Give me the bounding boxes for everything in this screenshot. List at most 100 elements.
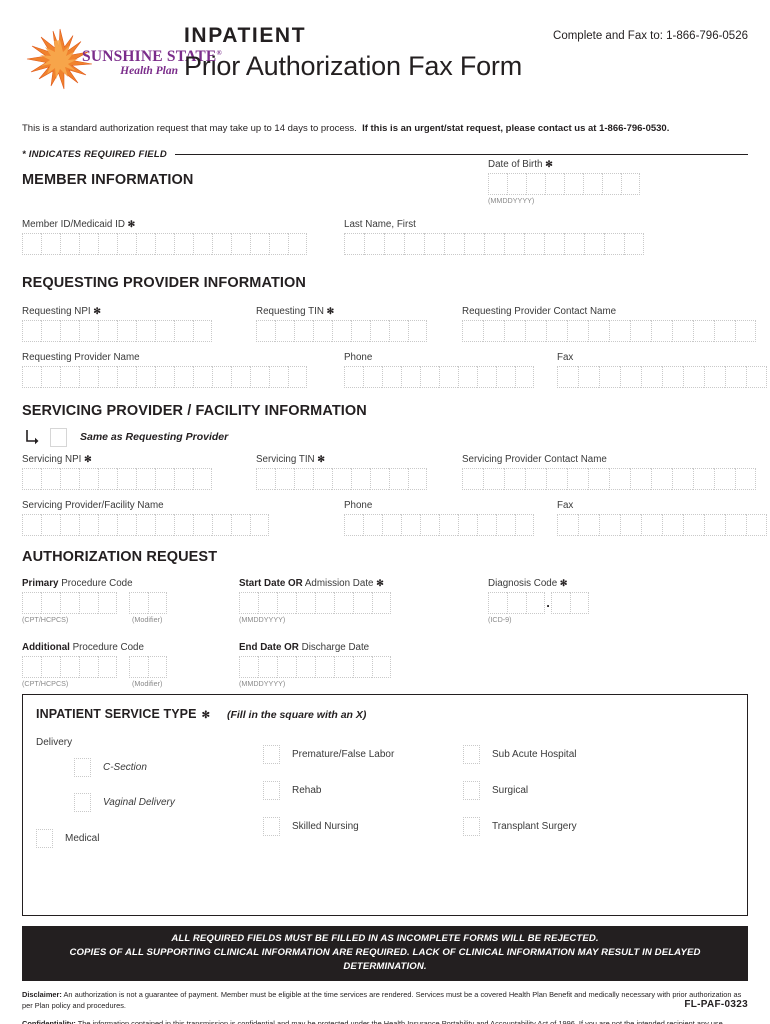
comb-cell[interactable] xyxy=(269,233,288,256)
comb-cell[interactable] xyxy=(294,468,313,491)
comb-cell[interactable] xyxy=(117,468,136,491)
servicing-contact-input[interactable] xyxy=(462,468,756,491)
premature-false-labor-checkbox[interactable] xyxy=(263,744,280,764)
comb-cell[interactable] xyxy=(372,656,391,679)
sub-acute-hospital-checkbox[interactable] xyxy=(463,744,480,764)
comb-cell[interactable] xyxy=(578,366,599,389)
comb-cell[interactable] xyxy=(250,233,269,256)
vaginal-delivery-checkbox[interactable] xyxy=(74,792,91,812)
comb-cell[interactable] xyxy=(599,514,620,537)
comb-cell[interactable] xyxy=(353,656,372,679)
comb-cell[interactable] xyxy=(41,514,60,537)
comb-cell[interactable] xyxy=(60,366,79,389)
comb-cell[interactable] xyxy=(672,468,693,491)
comb-cell[interactable] xyxy=(483,320,504,343)
comb-cell[interactable] xyxy=(583,173,602,196)
comb-cell[interactable] xyxy=(22,233,41,256)
comb-cell[interactable] xyxy=(155,320,174,343)
c-section-checkbox[interactable] xyxy=(74,757,91,777)
comb-cell[interactable] xyxy=(567,468,588,491)
comb-cell[interactable] xyxy=(372,592,391,615)
comb-cell[interactable] xyxy=(693,468,714,491)
additional-procedure-code-input[interactable] xyxy=(22,656,117,679)
comb-cell[interactable] xyxy=(288,233,307,256)
comb-cell[interactable] xyxy=(98,366,117,389)
comb-cell[interactable] xyxy=(408,468,427,491)
comb-cell[interactable] xyxy=(504,320,525,343)
servicing-phone-input[interactable] xyxy=(344,514,534,537)
comb-cell[interactable] xyxy=(424,233,444,256)
comb-cell[interactable] xyxy=(231,366,250,389)
comb-cell[interactable] xyxy=(704,366,725,389)
comb-cell[interactable] xyxy=(275,468,294,491)
comb-cell[interactable] xyxy=(496,514,515,537)
comb-cell[interactable] xyxy=(693,320,714,343)
comb-cell[interactable] xyxy=(602,173,621,196)
comb-cell[interactable] xyxy=(630,320,651,343)
comb-cell[interactable] xyxy=(477,514,496,537)
comb-cell[interactable] xyxy=(725,514,746,537)
servicing-tin-input[interactable] xyxy=(256,468,427,491)
comb-cell[interactable] xyxy=(364,233,384,256)
comb-cell[interactable] xyxy=(231,514,250,537)
comb-cell[interactable] xyxy=(174,366,193,389)
comb-cell[interactable] xyxy=(504,468,525,491)
comb-cell[interactable] xyxy=(662,514,683,537)
comb-cell[interactable] xyxy=(22,592,41,615)
comb-cell[interactable] xyxy=(155,514,174,537)
comb-cell[interactable] xyxy=(193,468,212,491)
comb-cell[interactable] xyxy=(507,173,526,196)
requesting-fax-input[interactable] xyxy=(557,366,767,389)
comb-cell[interactable] xyxy=(567,320,588,343)
start-date-input[interactable] xyxy=(239,592,391,615)
comb-cell[interactable] xyxy=(79,514,98,537)
comb-cell[interactable] xyxy=(98,592,117,615)
requesting-tin-input[interactable] xyxy=(256,320,427,343)
comb-cell[interactable] xyxy=(735,468,756,491)
comb-cell[interactable] xyxy=(551,592,570,615)
comb-cell[interactable] xyxy=(484,233,504,256)
comb-cell[interactable] xyxy=(526,173,545,196)
comb-cell[interactable] xyxy=(22,366,41,389)
comb-cell[interactable] xyxy=(98,233,117,256)
service-type-option[interactable]: Rehab xyxy=(263,772,394,808)
comb-cell[interactable] xyxy=(136,233,155,256)
comb-cell[interactable] xyxy=(136,320,155,343)
comb-cell[interactable] xyxy=(239,656,258,679)
comb-cell[interactable] xyxy=(193,366,212,389)
comb-cell[interactable] xyxy=(401,366,420,389)
service-type-option[interactable]: Premature/False Labor xyxy=(263,736,394,772)
comb-cell[interactable] xyxy=(609,320,630,343)
comb-cell[interactable] xyxy=(129,592,148,615)
comb-cell[interactable] xyxy=(604,233,624,256)
comb-cell[interactable] xyxy=(588,468,609,491)
service-type-option[interactable]: Transplant Surgery xyxy=(463,808,577,844)
comb-cell[interactable] xyxy=(332,320,351,343)
primary-procedure-code-input[interactable] xyxy=(22,592,117,615)
comb-cell[interactable] xyxy=(570,592,589,615)
comb-cell[interactable] xyxy=(155,366,174,389)
comb-cell[interactable] xyxy=(334,592,353,615)
comb-cell[interactable] xyxy=(641,366,662,389)
comb-cell[interactable] xyxy=(117,233,136,256)
comb-cell[interactable] xyxy=(231,233,250,256)
comb-cell[interactable] xyxy=(79,320,98,343)
service-type-option[interactable]: Sub Acute Hospital xyxy=(463,736,577,772)
comb-cell[interactable] xyxy=(370,468,389,491)
comb-cell[interactable] xyxy=(477,366,496,389)
comb-cell[interactable] xyxy=(136,366,155,389)
comb-cell[interactable] xyxy=(462,468,483,491)
comb-cell[interactable] xyxy=(746,366,767,389)
comb-cell[interactable] xyxy=(174,514,193,537)
comb-cell[interactable] xyxy=(22,468,41,491)
comb-cell[interactable] xyxy=(683,366,704,389)
service-type-option[interactable]: Vaginal Delivery xyxy=(36,784,175,820)
service-type-option[interactable]: C-Section xyxy=(36,750,175,784)
comb-cell[interactable] xyxy=(256,320,275,343)
comb-cell[interactable] xyxy=(41,233,60,256)
comb-cell[interactable] xyxy=(588,320,609,343)
comb-cell[interactable] xyxy=(630,468,651,491)
comb-cell[interactable] xyxy=(60,233,79,256)
comb-cell[interactable] xyxy=(250,514,269,537)
comb-cell[interactable] xyxy=(193,514,212,537)
